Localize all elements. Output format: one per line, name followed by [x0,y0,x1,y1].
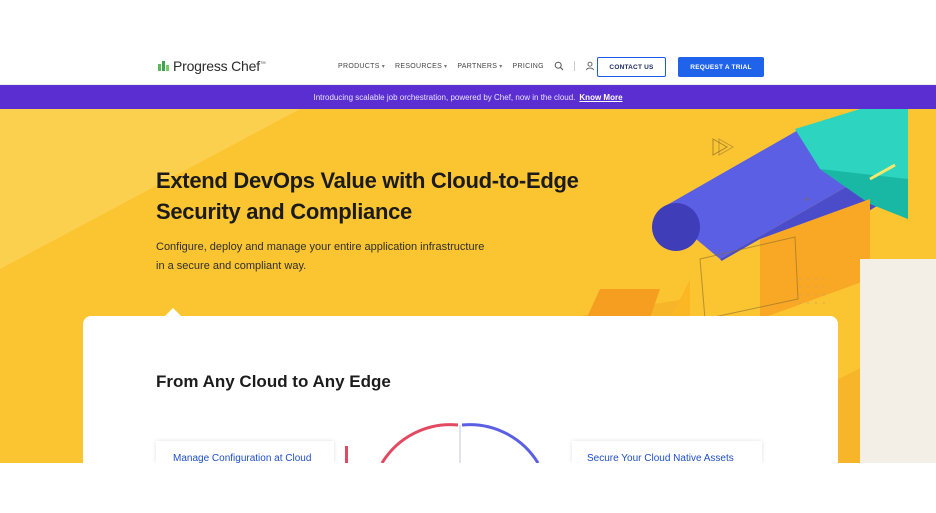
request-trial-button[interactable]: REQUEST A TRIAL [678,57,764,77]
main-nav: PRODUCTS ▾ RESOURCES ▾ PARTNERS ▾ PRICING [338,47,595,85]
nav-item-resources[interactable]: RESOURCES ▾ [395,63,447,70]
feature-card-secure-cloud-native[interactable]: Secure Your Cloud Native Assets [572,441,762,463]
announcement-bar: Introducing scalable job orchestration, … [0,85,936,109]
feature-accent-left [345,446,348,463]
chevron-down-icon: ▾ [381,63,385,70]
user-icon[interactable] [585,61,595,71]
nav-item-label: RESOURCES [395,62,443,70]
nav-item-label: PRODUCTS [338,62,380,70]
chef-logo-icon [158,61,169,71]
brand-logo[interactable]: Progress Chef™ [156,57,266,75]
hero-title-line: Security and Compliance [156,199,412,224]
search-icon[interactable] [554,61,564,71]
nav-item-label: PRICING [512,62,544,70]
hero-title: Extend DevOps Value with Cloud-to-Edge S… [156,165,626,227]
know-more-link[interactable]: Know More [579,93,622,102]
cloud-edge-diagram [380,423,540,463]
nav-item-label: PARTNERS [457,62,498,70]
svg-text:+: + [803,195,811,205]
browser-bottom-margin [0,463,936,513]
chevron-down-icon: ▾ [444,63,448,70]
brand-name: Progress Chef™ [173,58,266,74]
site-header: Progress Chef™ PRODUCTS ▾ RESOURCES ▾ PART… [0,47,936,85]
contact-us-button[interactable]: CONTACT US [597,57,666,77]
hero-subtitle-line: in a secure and compliant way. [156,260,307,272]
hero-subtitle-line: Configure, deploy and manage your entire… [156,241,485,253]
announcement-text: Introducing scalable job orchestration, … [313,92,576,102]
browser-top-margin [0,0,936,47]
hero-title-line: Extend DevOps Value with Cloud-to-Edge [156,168,579,193]
section-title: From Any Cloud to Any Edge [156,372,391,391]
chevron-down-icon: ▾ [499,63,503,70]
nav-item-partners[interactable]: PARTNERS ▾ [457,63,502,70]
nav-item-products[interactable]: PRODUCTS ▾ [338,63,385,70]
hero-subtitle: Configure, deploy and manage your entire… [156,238,556,276]
nav-item-pricing[interactable]: PRICING [513,63,544,70]
feature-card-manage-configuration[interactable]: Manage Configuration at Cloud [156,441,334,463]
nav-divider [573,61,575,71]
